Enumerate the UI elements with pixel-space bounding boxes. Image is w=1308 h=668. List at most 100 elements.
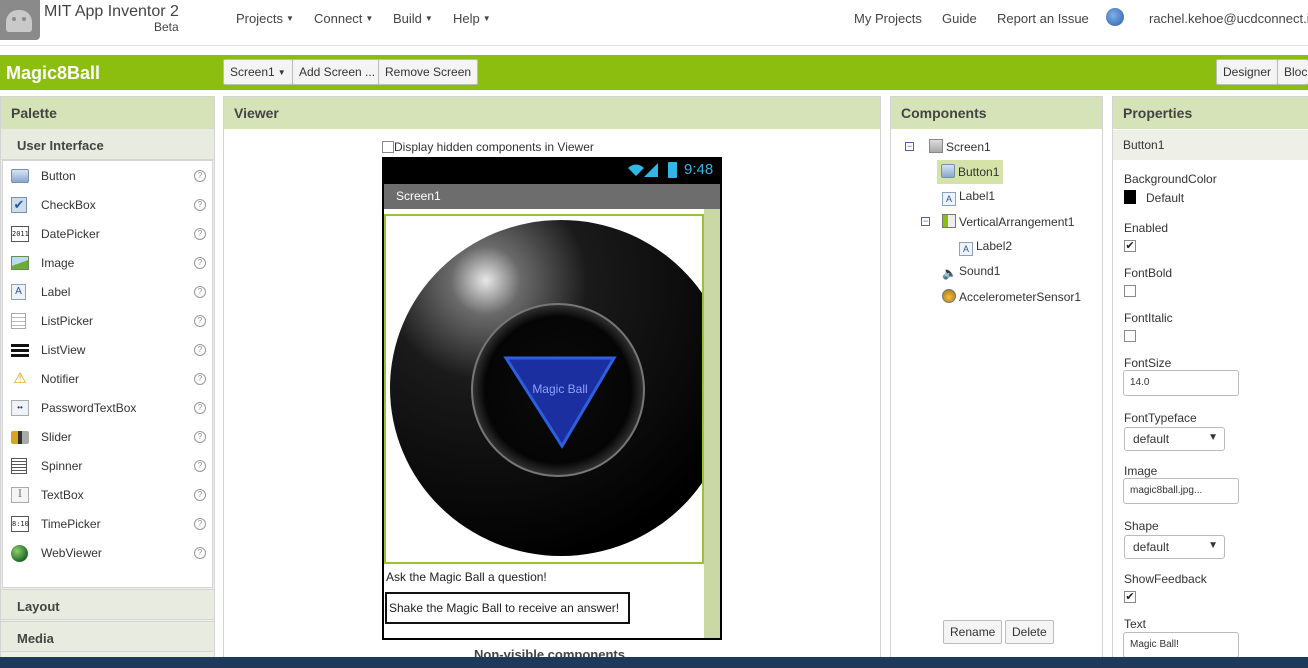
palette-item-label: Slider [41, 430, 72, 444]
help-icon[interactable]: ? [194, 431, 206, 443]
tree-item-verticalarrangement1[interactable]: VerticalArrangement1 [942, 214, 1074, 229]
palette-item-label: PasswordTextBox [41, 401, 137, 415]
link-report-issue[interactable]: Report an Issue [997, 11, 1089, 26]
palette-item-checkbox[interactable]: ✔ CheckBox ? [3, 191, 212, 220]
prop-shape-value: default [1133, 540, 1170, 554]
prop-fontitalic-checkbox[interactable] [1124, 330, 1136, 342]
app-inventor-logo[interactable] [0, 0, 40, 40]
designer-button[interactable]: Designer [1216, 59, 1279, 85]
prop-fontbold-label: FontBold [1124, 266, 1173, 280]
display-hidden-label: Display hidden components in Viewer [394, 140, 594, 154]
delete-button[interactable]: Delete [1005, 620, 1054, 644]
category-user-interface[interactable]: User Interface [1, 129, 214, 160]
collapse-screen1-icon[interactable]: − [905, 142, 914, 151]
image-icon [11, 256, 29, 270]
help-icon[interactable]: ? [194, 315, 206, 327]
help-icon[interactable]: ? [194, 228, 206, 240]
category-media[interactable]: Media [1, 621, 214, 652]
prop-text-input[interactable]: Magic Ball! [1123, 632, 1239, 658]
tree-label: Label2 [976, 239, 1013, 253]
rename-button[interactable]: Rename [943, 620, 1003, 644]
tree-item-sound1[interactable]: 🔈 Sound1 [942, 264, 1000, 280]
display-hidden-checkbox[interactable] [382, 141, 394, 153]
palette-item-textbox[interactable]: I TextBox ? [3, 481, 212, 510]
textbox-icon: I [11, 487, 29, 503]
components-title: Components [891, 97, 1102, 129]
spinner-icon [11, 458, 27, 474]
help-icon[interactable]: ? [194, 257, 206, 269]
prop-fontsize-label: FontSize [1124, 356, 1172, 370]
menu-connect[interactable]: Connect ▼ [314, 11, 373, 26]
palette-item-notifier[interactable]: ⚠ Notifier ? [3, 365, 212, 394]
prop-backgroundcolor-value[interactable]: Default [1124, 190, 1184, 205]
prop-fonttypeface-value: default [1133, 432, 1170, 446]
palette-item-label: Label [41, 285, 71, 299]
prop-fontsize-input[interactable]: 14.0 [1123, 370, 1239, 396]
prop-enabled-checkbox[interactable]: ✔ [1124, 240, 1136, 252]
palette-item-button[interactable]: Button ? [3, 162, 212, 191]
palette-item-passwordtextbox[interactable]: •• PasswordTextBox ? [3, 394, 212, 423]
collapse-arrangement-icon[interactable]: − [921, 217, 930, 226]
tree-label: VerticalArrangement1 [959, 215, 1075, 229]
palette-item-image[interactable]: Image ? [3, 249, 212, 278]
warning-icon: ⚠ [13, 370, 27, 387]
tree-item-screen1[interactable]: Screen1 [929, 139, 991, 154]
palette-item-listpicker[interactable]: ListPicker ? [3, 307, 212, 336]
tree-item-label2[interactable]: A Label2 [959, 239, 1012, 256]
prop-image-input[interactable]: magic8ball.jpg... [1123, 478, 1239, 504]
help-icon[interactable]: ? [194, 547, 206, 559]
help-icon[interactable]: ? [194, 489, 206, 501]
tree-item-accelerometer1[interactable]: AccelerometerSensor1 [942, 289, 1081, 304]
prop-fontbold-checkbox[interactable] [1124, 285, 1136, 297]
language-globe-icon[interactable] [1106, 8, 1124, 26]
palette-item-label[interactable]: A Label ? [3, 278, 212, 307]
screen-select-button[interactable]: Screen1 ▼ [223, 59, 293, 85]
palette-item-label: ListView [41, 343, 86, 357]
help-icon[interactable]: ? [194, 518, 206, 530]
magic-ball-button[interactable]: Magic Ball [384, 214, 704, 564]
palette-item-webviewer[interactable]: WebViewer ? [3, 539, 212, 568]
palette-item-label: ListPicker [41, 314, 94, 328]
help-icon[interactable]: ? [194, 460, 206, 472]
caret-down-icon: ▼ [365, 14, 374, 23]
palette-item-timepicker[interactable]: 8:10 TimePicker ? [3, 510, 212, 539]
prop-shape-select[interactable]: default ▼ [1124, 535, 1225, 559]
components-panel: Components − Screen1 Button1 A Label1 − V… [890, 96, 1103, 668]
help-icon[interactable]: ? [194, 373, 206, 385]
user-email[interactable]: rachel.kehoe@ucdconnect.ie [1149, 11, 1308, 26]
menu-projects[interactable]: Projects ▼ [236, 11, 294, 26]
blocks-button[interactable]: Blocks [1277, 59, 1308, 85]
tree-item-label1[interactable]: A Label1 [942, 189, 995, 206]
listview-icon [11, 344, 29, 357]
palette-item-slider[interactable]: Slider ? [3, 423, 212, 452]
project-toolbar: Magic8Ball Screen1 ▼ Add Screen ... Remov… [0, 55, 1308, 90]
palette-item-datepicker[interactable]: 2011 DatePicker ? [3, 220, 212, 249]
app-beta-label: Beta [154, 20, 179, 34]
timepicker-icon: 8:10 [11, 516, 29, 532]
help-icon[interactable]: ? [194, 402, 206, 414]
prop-text-label: Text [1124, 617, 1147, 631]
add-screen-button[interactable]: Add Screen ... [292, 59, 383, 85]
tree-label: AccelerometerSensor1 [959, 290, 1082, 304]
menu-build[interactable]: Build ▼ [393, 11, 433, 26]
phone-scrollbar[interactable] [704, 209, 720, 638]
help-icon[interactable]: ? [194, 344, 206, 356]
prop-fontitalic-label: FontItalic [1124, 311, 1173, 325]
link-guide[interactable]: Guide [942, 11, 977, 26]
tree-item-button1[interactable]: Button1 [937, 160, 1004, 184]
android-logo-icon [6, 10, 32, 32]
checkbox-icon: ✔ [11, 197, 27, 213]
prop-fonttypeface-select[interactable]: default ▼ [1124, 427, 1225, 451]
selected-component-name: Button1 [1113, 130, 1308, 160]
palette-item-listview[interactable]: ListView ? [3, 336, 212, 365]
menu-help[interactable]: Help ▼ [453, 11, 491, 26]
help-icon[interactable]: ? [194, 286, 206, 298]
prop-showfeedback-checkbox[interactable]: ✔ [1124, 591, 1136, 603]
remove-screen-button[interactable]: Remove Screen [378, 59, 479, 85]
help-icon[interactable]: ? [194, 170, 206, 182]
link-my-projects[interactable]: My Projects [854, 11, 922, 26]
help-icon[interactable]: ? [194, 199, 206, 211]
display-hidden-toggle[interactable]: Display hidden components in Viewer [382, 140, 594, 154]
palette-item-spinner[interactable]: Spinner ? [3, 452, 212, 481]
category-layout[interactable]: Layout [1, 589, 214, 620]
